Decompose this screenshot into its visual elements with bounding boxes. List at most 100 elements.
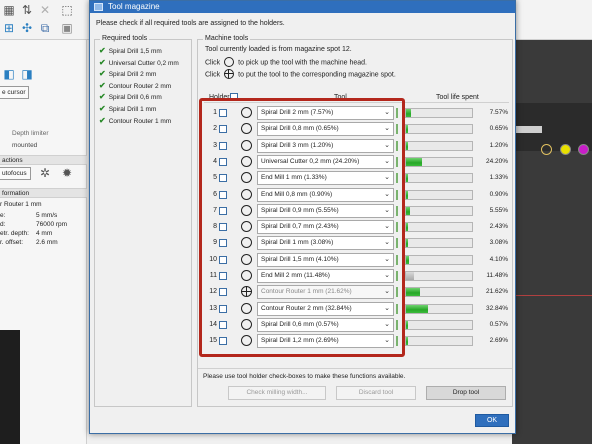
tool-select[interactable]: Spiral Drill 0,7 mm (2.43%) ⌄ [257, 220, 394, 235]
tool-life-fill [406, 125, 408, 134]
holder-checkbox[interactable] [219, 304, 227, 313]
magazine-row: 5 End Mill 1 mm (1.33%) ⌄ 1.33% [204, 170, 509, 186]
light-icon[interactable]: ✲ [38, 166, 52, 180]
holder-checkbox[interactable] [219, 109, 227, 117]
circle-icon[interactable] [241, 188, 252, 200]
holder-checkbox[interactable] [219, 272, 227, 280]
light-icon[interactable]: ✹ [60, 166, 74, 180]
circle-icon[interactable] [241, 107, 252, 118]
holder-checkbox[interactable] [219, 223, 227, 232]
close-icon[interactable]: ✕ [38, 3, 52, 17]
tool-column-header: Tool [334, 94, 347, 101]
tool-select[interactable]: Contour Router 1 mm (21.62%) ⌄ [257, 285, 394, 300]
holder-number: 6 [213, 190, 217, 198]
toolbar-tool-icon[interactable]: ◨ [20, 67, 34, 81]
holder-checkbox[interactable] [219, 125, 227, 134]
cursor-button[interactable]: e cursor [0, 86, 30, 99]
tool-select[interactable]: End Mill 0,8 mm (0.90%) ⌄ [257, 187, 394, 202]
info-label: r. offset: [0, 239, 24, 246]
holder-checkbox[interactable] [219, 206, 227, 215]
discard-tool-button[interactable]: Discard tool [336, 386, 416, 400]
holder-checkbox[interactable] [219, 174, 227, 183]
info-label: d: [0, 221, 6, 228]
toolbar-tool-icon[interactable]: ◧ [2, 67, 16, 81]
circle-icon[interactable] [241, 302, 252, 314]
dialog-titlebar[interactable]: Tool magazine [90, 1, 515, 13]
tool-select[interactable]: Spiral Drill 1 mm (3.08%) ⌄ [257, 236, 394, 251]
circle-icon[interactable] [241, 123, 252, 135]
tool-life-percent: 32.84% [485, 304, 508, 312]
holder-number: 8 [213, 223, 217, 231]
tool-select[interactable]: Contour Router 2 mm (32.84%) ⌄ [257, 301, 394, 316]
tool-life-bar [405, 222, 473, 233]
circle-icon[interactable] [241, 155, 252, 167]
circle-icon[interactable] [241, 139, 252, 151]
tool-select[interactable]: Universal Cutter 0,2 mm (24.20%) ⌄ [257, 154, 394, 169]
tool-select-value: Spiral Drill 3 mm (1.20%) [261, 141, 334, 149]
slot-dot [578, 144, 589, 155]
tool-select[interactable]: End Mill 1 mm (1.33%) ⌄ [257, 171, 394, 186]
required-tool-item: ✔ Spiral Drill 1 mm [99, 104, 156, 113]
checkmark-icon: ✔ [99, 115, 106, 125]
tool-select[interactable]: Spiral Drill 0,9 mm (5.55%) ⌄ [257, 203, 394, 218]
tool-life-bar [405, 319, 473, 330]
circle-icon[interactable] [241, 204, 252, 216]
toolbar-tool-icon[interactable]: ⧉ [38, 21, 52, 35]
toolbar-tool-icon[interactable]: ⬚ [60, 3, 74, 17]
magazine-row: 12 Contour Router 1 mm (21.62%) ⌄ 21.62% [204, 284, 509, 300]
toolbar-tool-icon[interactable]: ▣ [60, 21, 74, 35]
holder-checkbox[interactable] [219, 320, 227, 329]
info-value: 76000 rpm [36, 221, 68, 228]
tool-select[interactable]: Spiral Drill 1,2 mm (2.69%) ⌄ [257, 334, 394, 349]
toolbar-tool-icon[interactable]: ⇅ [20, 3, 34, 17]
canvas-line [512, 295, 592, 296]
info-label: e: [0, 212, 6, 219]
tool-life-marker [396, 287, 398, 298]
holder-checkbox[interactable] [219, 141, 227, 150]
tool-select[interactable]: Spiral Drill 0,6 mm (0.57%) ⌄ [257, 317, 394, 332]
toolbar-tool-icon[interactable]: ▦ [2, 3, 16, 17]
tool-select[interactable]: End Mill 2 mm (11.48%) ⌄ [257, 269, 394, 283]
required-tool-label: Contour Router 2 mm [108, 82, 172, 90]
dialog-title: Tool magazine [108, 2, 160, 11]
autofocus-button[interactable]: utofocus [0, 167, 31, 180]
crosshair-circle-icon[interactable] [241, 286, 252, 298]
info-value: 5 mm/s [36, 212, 58, 219]
holder-select-all-checkbox[interactable] [230, 93, 238, 101]
tool-life-bar [405, 205, 473, 216]
tool-select[interactable]: Spiral Drill 3 mm (1.20%) ⌄ [257, 138, 394, 153]
circle-icon[interactable] [241, 335, 252, 347]
tool-select[interactable]: Spiral Drill 1,5 mm (4.10%) ⌄ [257, 252, 394, 267]
tool-life-percent: 2.43% [489, 223, 508, 231]
circle-icon[interactable] [241, 221, 252, 233]
tool-life-marker [396, 222, 398, 233]
circle-icon[interactable] [241, 253, 252, 265]
holder-checkbox[interactable] [219, 157, 227, 166]
tool-life-bar [405, 303, 473, 314]
ok-button[interactable]: OK [475, 414, 509, 427]
check-milling-width-button[interactable]: Check milling width... [228, 386, 326, 400]
holder-checkbox[interactable] [219, 239, 227, 248]
toolbar-tool-icon[interactable]: ✣ [20, 21, 34, 35]
pickup-instruction: Click to pick up the tool with the machin… [205, 57, 367, 68]
tool-select-value: Spiral Drill 1 mm (3.08%) [261, 239, 334, 247]
required-tool-item: ✔ Spiral Drill 2 mm [99, 69, 156, 78]
circle-icon[interactable] [241, 237, 252, 249]
circle-icon[interactable] [241, 270, 252, 281]
circle-icon[interactable] [241, 172, 252, 184]
holder-checkbox[interactable] [219, 190, 227, 199]
holder-checkbox[interactable] [219, 255, 227, 264]
checkmark-icon: ✔ [99, 57, 106, 67]
background-canvas [512, 40, 592, 444]
required-tool-item: ✔ Contour Router 2 mm [99, 81, 171, 90]
current-tool-text: Tool currently loaded is from magazine s… [205, 46, 352, 53]
holder-checkbox[interactable] [219, 288, 227, 297]
circle-icon[interactable] [241, 318, 252, 330]
toolbar-tool-icon[interactable]: ⊞ [2, 21, 16, 35]
drop-tool-button[interactable]: Drop tool [426, 386, 506, 400]
tool-select[interactable]: Spiral Drill 0,8 mm (0.65%) ⌄ [257, 122, 394, 137]
holder-checkbox[interactable] [219, 337, 227, 346]
checkmark-icon: ✔ [99, 69, 106, 79]
note-divider [198, 368, 512, 369]
tool-select[interactable]: Spiral Drill 2 mm (7.57%) ⌄ [257, 106, 394, 120]
